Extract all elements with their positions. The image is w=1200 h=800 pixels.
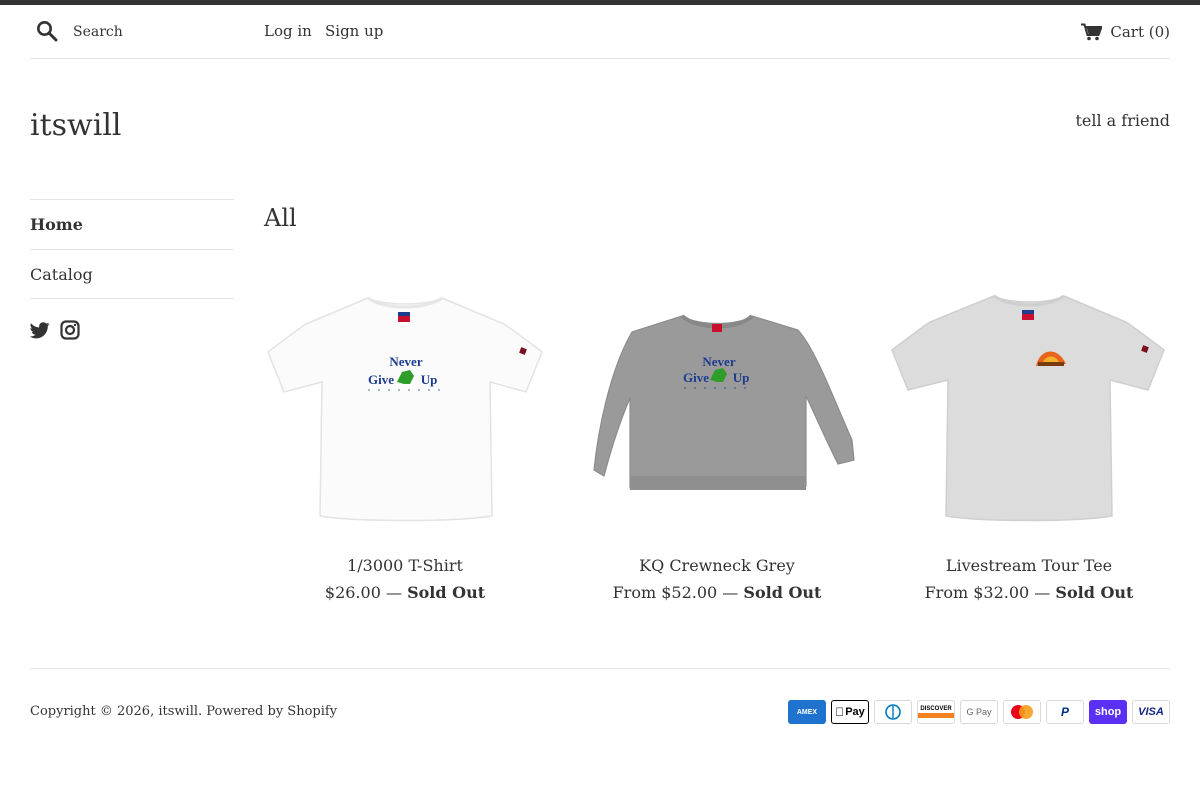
- copyright-text: Copyright © 2026, itswill. Powered by Sh…: [30, 704, 338, 719]
- sold-out-label: Sold Out: [1055, 583, 1134, 602]
- discover-icon: DISCOVER: [917, 700, 955, 724]
- sold-out-label: Sold Out: [407, 583, 486, 602]
- svg-text:Up: Up: [733, 370, 750, 385]
- sidebar-item-home[interactable]: Home: [30, 199, 234, 249]
- cart-label: Cart (0): [1110, 23, 1170, 41]
- price-value: From $52.00: [612, 583, 718, 602]
- cart-icon: [1081, 23, 1103, 41]
- instagram-icon[interactable]: [60, 320, 80, 340]
- price-separator: —: [385, 583, 402, 602]
- cart-link[interactable]: Cart (0): [1081, 21, 1170, 43]
- search-input[interactable]: [73, 19, 253, 45]
- visa-icon: VISA: [1132, 700, 1170, 724]
- sold-out-label: Sold Out: [743, 583, 822, 602]
- svg-text:Give: Give: [683, 370, 709, 385]
- price-separator: —: [722, 583, 739, 602]
- svg-text:Give: Give: [368, 372, 394, 387]
- twitter-icon[interactable]: [29, 320, 50, 340]
- svg-text:Never: Never: [702, 354, 735, 369]
- product-image: Never Give Up: [593, 314, 855, 490]
- product-card[interactable]: Never Give Up 1/3000 T-Shirt $26.00 — So…: [264, 280, 546, 602]
- social-links: [29, 320, 80, 340]
- product-price: From $52.00 — Sold Out: [576, 583, 858, 602]
- copyright-prefix: Copyright © 2026,: [30, 704, 155, 719]
- product-image: Never Give Up: [267, 296, 543, 522]
- login-link[interactable]: Log in: [264, 22, 312, 40]
- product-title: KQ Crewneck Grey: [639, 556, 795, 575]
- sidebar-nav: Home Catalog: [30, 199, 234, 299]
- product-image: [891, 294, 1165, 522]
- product-title: Livestream Tour Tee: [945, 556, 1113, 575]
- svg-text:Never: Never: [389, 354, 422, 369]
- svg-text:Up: Up: [421, 372, 438, 387]
- product-price: From $32.00 — Sold Out: [888, 583, 1170, 602]
- shop-pay-icon: shop: [1089, 700, 1127, 724]
- search-icon[interactable]: [36, 20, 58, 42]
- amex-icon: AMEX: [788, 700, 826, 724]
- payment-icons: AMEX Pay DISCOVER G Pay P shop VISA: [788, 700, 1170, 724]
- price-value: $26.00: [324, 583, 381, 602]
- product-title: 1/3000 T-Shirt: [347, 556, 463, 575]
- mastercard-icon: [1003, 700, 1041, 724]
- site-header: Log in Sign up Cart (0): [30, 5, 1170, 59]
- powered-by-link[interactable]: Powered by Shopify: [206, 704, 337, 719]
- sidebar-item-catalog[interactable]: Catalog: [30, 249, 234, 299]
- search-form: [36, 19, 253, 45]
- product-price: $26.00 — Sold Out: [264, 583, 546, 602]
- diners-club-icon: [874, 700, 912, 724]
- price-separator: —: [1034, 583, 1051, 602]
- page-title: All: [264, 204, 297, 232]
- apple-pay-icon: Pay: [831, 700, 869, 724]
- paypal-icon: P: [1046, 700, 1084, 724]
- store-link[interactable]: itswill: [158, 704, 198, 719]
- signup-link[interactable]: Sign up: [325, 22, 383, 40]
- product-card[interactable]: Livestream Tour Tee From $32.00 — Sold O…: [888, 280, 1170, 602]
- tell-a-friend-link[interactable]: tell a friend: [1075, 111, 1170, 130]
- price-value: From $32.00: [924, 583, 1030, 602]
- product-card[interactable]: Never Give Up KQ Crewneck Grey From $52.…: [576, 280, 858, 602]
- site-title[interactable]: itswill: [30, 108, 122, 143]
- footer-divider: [30, 668, 1170, 669]
- google-pay-icon: G Pay: [960, 700, 998, 724]
